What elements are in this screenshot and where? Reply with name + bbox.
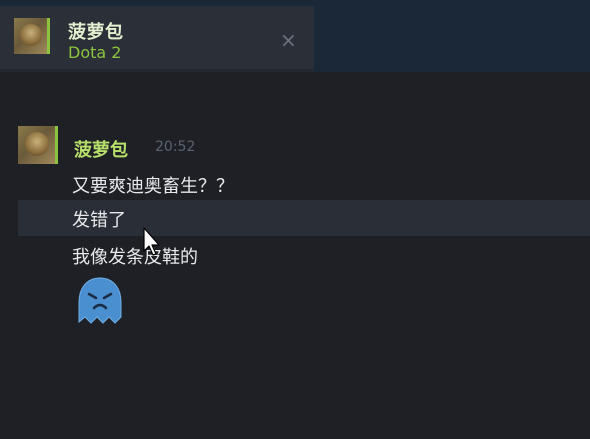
chat-tab[interactable]: 菠萝包 Dota 2 × [0,6,314,72]
chat-message[interactable]: 发错了 [72,206,126,232]
mouse-cursor-icon [143,227,160,256]
sad-ghost-sticker-icon[interactable] [76,276,124,328]
message-timestamp: 20:52 [155,139,196,155]
sender-name[interactable]: 菠萝包 [74,136,128,162]
chat-message[interactable]: 我像发条皮鞋的 [72,243,198,269]
close-icon[interactable]: × [280,30,297,50]
chat-message[interactable]: 又要爽迪奥畜生？？ [72,172,234,198]
tab-friend-name: 菠萝包 [68,22,124,43]
sender-avatar[interactable] [18,126,58,164]
friend-avatar[interactable] [14,18,50,54]
tab-game-status: Dota 2 [68,43,122,62]
